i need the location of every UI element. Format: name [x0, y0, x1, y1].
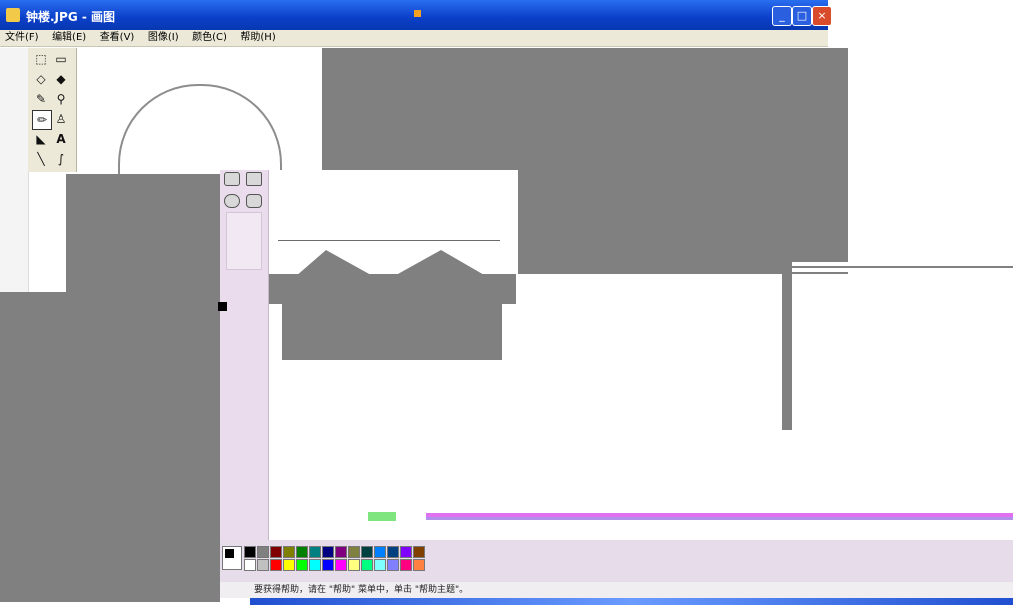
free-select-icon[interactable]: ⬚	[32, 50, 50, 68]
canvas-gray-region	[0, 292, 220, 602]
color-swatch[interactable]	[296, 546, 308, 558]
color-swatch[interactable]	[335, 546, 347, 558]
color-swatch[interactable]	[387, 559, 399, 571]
drawing-line	[278, 240, 500, 241]
curve-tool-icon[interactable]: ∫	[52, 150, 70, 168]
color-swatch[interactable]	[309, 559, 321, 571]
color-swatch[interactable]	[361, 559, 373, 571]
color-swatch[interactable]	[309, 546, 321, 558]
paint-app-icon	[6, 8, 20, 22]
line-tool-icon[interactable]: ╲	[32, 150, 50, 168]
color-swatch[interactable]	[374, 546, 386, 558]
taskbar-strip	[250, 598, 1013, 605]
menu-file[interactable]: 文件(F)	[0, 30, 44, 46]
resize-handle[interactable]	[218, 302, 227, 311]
color-swatch[interactable]	[322, 546, 334, 558]
color-swatch[interactable]	[335, 559, 347, 571]
color-picker-icon[interactable]: ✎	[32, 90, 50, 108]
toolbox: ⬚ ▭ ◇ ◆ ✎ ⚲ ✏ ♙ ◣ A ╲ ∫	[28, 48, 77, 172]
color-swatch[interactable]	[400, 559, 412, 571]
menu-image[interactable]: 图像(I)	[143, 30, 184, 46]
color-swatch[interactable]	[374, 559, 386, 571]
color-swatch[interactable]	[361, 546, 373, 558]
color-swatch[interactable]	[413, 559, 425, 571]
magnifier-icon[interactable]: ⚲	[52, 90, 70, 108]
status-text: 要获得帮助，请在 "帮助" 菜单中，单击 "帮助主题"。	[254, 585, 469, 595]
airbrush-icon[interactable]: ◣	[32, 130, 50, 148]
menu-help[interactable]: 帮助(H)	[235, 30, 280, 46]
drawn-mark	[368, 512, 396, 521]
glitch-stripe	[426, 510, 1013, 524]
menu-view[interactable]: 查看(V)	[95, 30, 140, 46]
eraser-icon[interactable]: ◇	[32, 70, 50, 88]
current-color-indicator[interactable]	[222, 546, 242, 570]
color-swatch[interactable]	[270, 546, 282, 558]
rect-select-icon[interactable]: ▭	[52, 50, 70, 68]
color-swatch[interactable]	[283, 546, 295, 558]
canvas-main[interactable]	[276, 378, 782, 512]
status-bar: 要获得帮助，请在 "帮助" 菜单中，单击 "帮助主题"。	[220, 582, 1013, 598]
left-pane	[0, 48, 29, 293]
color-swatch[interactable]	[348, 559, 360, 571]
menu-colors[interactable]: 颜色(C)	[187, 30, 232, 46]
pencil-icon[interactable]: ✏	[32, 110, 52, 130]
polygon-icon[interactable]	[246, 172, 262, 186]
color-swatch[interactable]	[244, 546, 256, 558]
color-swatch[interactable]	[413, 546, 425, 558]
canvas-edge	[782, 262, 792, 430]
menu-edit[interactable]: 编辑(E)	[47, 30, 91, 46]
color-swatch[interactable]	[257, 559, 269, 571]
canvas-edge-top	[792, 262, 1013, 272]
ellipse-icon[interactable]	[224, 194, 240, 208]
maximize-button[interactable]: □	[792, 6, 812, 26]
tool-options-box[interactable]	[226, 212, 262, 270]
title-bar[interactable]: 钟楼.JPG - 画图 _ □ ×	[0, 0, 832, 30]
color-swatch[interactable]	[387, 546, 399, 558]
brush-icon[interactable]: ♙	[52, 110, 70, 128]
text-tool-icon[interactable]: A	[52, 130, 70, 148]
color-swatch[interactable]	[244, 559, 256, 571]
title-bar-marker	[414, 10, 421, 17]
foreground-color	[225, 549, 234, 558]
minimize-button[interactable]: _	[772, 6, 792, 26]
color-swatch[interactable]	[283, 559, 295, 571]
rounded-rect-filled-icon[interactable]	[246, 194, 262, 208]
canvas-gray-region	[66, 174, 220, 292]
window-title: 钟楼.JPG - 画图	[26, 10, 116, 24]
color-swatch[interactable]	[322, 559, 334, 571]
color-swatch[interactable]	[348, 546, 360, 558]
close-button[interactable]: ×	[812, 6, 832, 26]
rounded-rect-icon[interactable]	[224, 172, 240, 186]
color-swatch[interactable]	[400, 546, 412, 558]
color-swatch[interactable]	[270, 559, 282, 571]
color-swatch[interactable]	[296, 559, 308, 571]
fill-bucket-icon[interactable]: ◆	[52, 70, 70, 88]
color-swatch[interactable]	[257, 546, 269, 558]
menu-bar: 文件(F) 编辑(E) 查看(V) 图像(I) 颜色(C) 帮助(H)	[0, 30, 828, 47]
